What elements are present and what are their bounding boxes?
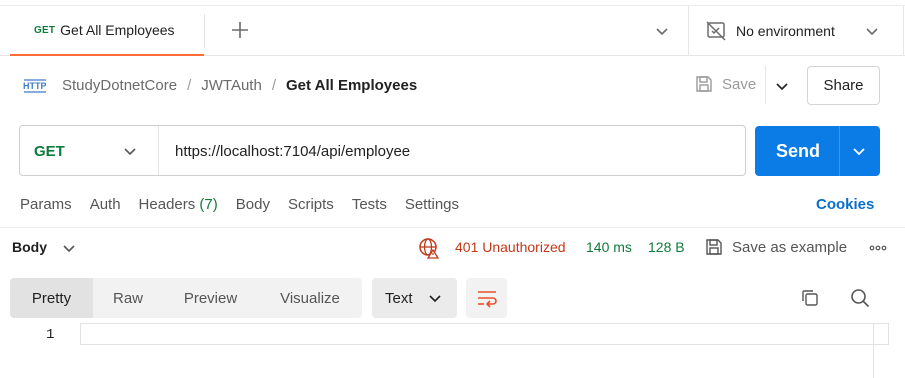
response-view-tabs: Pretty Raw Preview Visualize [10, 278, 362, 318]
environment-chevron-icon[interactable] [862, 21, 882, 41]
tab-divider [204, 14, 205, 48]
chevron-down-icon[interactable] [652, 21, 672, 41]
url-divider [158, 126, 159, 175]
http-icon: HTTP [23, 79, 47, 93]
format-chevron-icon [429, 295, 441, 303]
wrap-lines-icon [477, 291, 497, 308]
view-tab-pretty[interactable]: Pretty [10, 278, 93, 318]
method-chevron-icon[interactable] [121, 142, 139, 160]
body-chevron-icon[interactable] [60, 239, 78, 257]
status-badge[interactable]: 401 Unauthorized [455, 239, 566, 255]
breadcrumb-separator: / [271, 77, 276, 94]
view-tab-preview[interactable]: Preview [163, 278, 258, 318]
wrap-lines-button[interactable] [466, 278, 507, 318]
url-input[interactable]: https://localhost:7104/api/employee [175, 143, 410, 160]
share-button[interactable]: Share [807, 66, 880, 105]
breadcrumb-separator: / [187, 77, 192, 94]
response-size[interactable]: 128 B [648, 239, 685, 255]
send-label: Send [776, 141, 821, 161]
response-body-selector[interactable]: Body [12, 239, 47, 255]
send-options-chevron-icon[interactable] [850, 142, 868, 160]
save-divider [765, 66, 766, 104]
environment-selector[interactable]: No environment [736, 23, 835, 39]
response-time[interactable]: 140 ms [586, 239, 632, 255]
tab-method: GET [34, 24, 56, 36]
format-select[interactable]: Text [372, 278, 457, 318]
more-icon[interactable] [868, 240, 888, 256]
tab-headers-label: Headers [138, 196, 196, 213]
cookies-link[interactable]: Cookies [816, 196, 874, 213]
globe-error-icon [419, 238, 440, 259]
save-as-example-button[interactable]: Save as example [704, 237, 847, 257]
format-label: Text [385, 289, 413, 307]
tab-scripts[interactable]: Scripts [288, 196, 334, 213]
request-tab[interactable]: GET Get All Employees [10, 6, 204, 56]
view-tab-visualize[interactable]: Visualize [258, 278, 362, 318]
copy-icon[interactable] [800, 288, 820, 308]
save-icon [706, 239, 722, 255]
tab-settings[interactable]: Settings [405, 196, 459, 213]
plus-icon[interactable] [228, 18, 252, 42]
method-selector[interactable]: GET [34, 143, 65, 160]
right-divider [903, 6, 904, 56]
search-icon[interactable] [849, 287, 871, 309]
breadcrumb: StudyDotnetCore / JWTAuth / Get All Empl… [62, 77, 417, 94]
svg-text:HTTP: HTTP [23, 81, 47, 91]
save-icon [696, 76, 712, 92]
view-tab-raw[interactable]: Raw [93, 278, 163, 318]
tab-auth[interactable]: Auth [90, 196, 121, 213]
url-bar: GET https://localhost:7104/api/employee [19, 125, 746, 176]
no-environment-icon [706, 21, 726, 41]
tab-params[interactable]: Params [20, 196, 72, 213]
line-number: 1 [46, 327, 55, 343]
save-options-chevron-icon[interactable] [772, 76, 792, 96]
tab-title: Get All Employees [60, 22, 175, 38]
save-label: Save [722, 75, 757, 93]
request-tabs: Params Auth Headers (7) Body Scripts Tes… [20, 196, 477, 213]
headers-count: (7) [199, 196, 218, 213]
save-button[interactable]: Save [694, 74, 756, 94]
editor-scrollbar[interactable] [873, 323, 874, 378]
tab-tests[interactable]: Tests [352, 196, 387, 213]
response-editor[interactable] [80, 323, 889, 345]
environment-divider [688, 6, 689, 56]
request-name[interactable]: Get All Employees [286, 77, 417, 94]
tab-body[interactable]: Body [236, 196, 270, 213]
tab-bar: GET Get All Employees No environment [0, 5, 905, 56]
section-divider [0, 227, 905, 228]
send-button[interactable]: Send [755, 126, 880, 176]
save-as-example-label: Save as example [732, 238, 848, 256]
send-divider [839, 126, 840, 176]
breadcrumb-collection[interactable]: StudyDotnetCore [62, 77, 177, 94]
breadcrumb-folder[interactable]: JWTAuth [201, 77, 262, 94]
tab-headers[interactable]: Headers (7) [139, 196, 218, 213]
